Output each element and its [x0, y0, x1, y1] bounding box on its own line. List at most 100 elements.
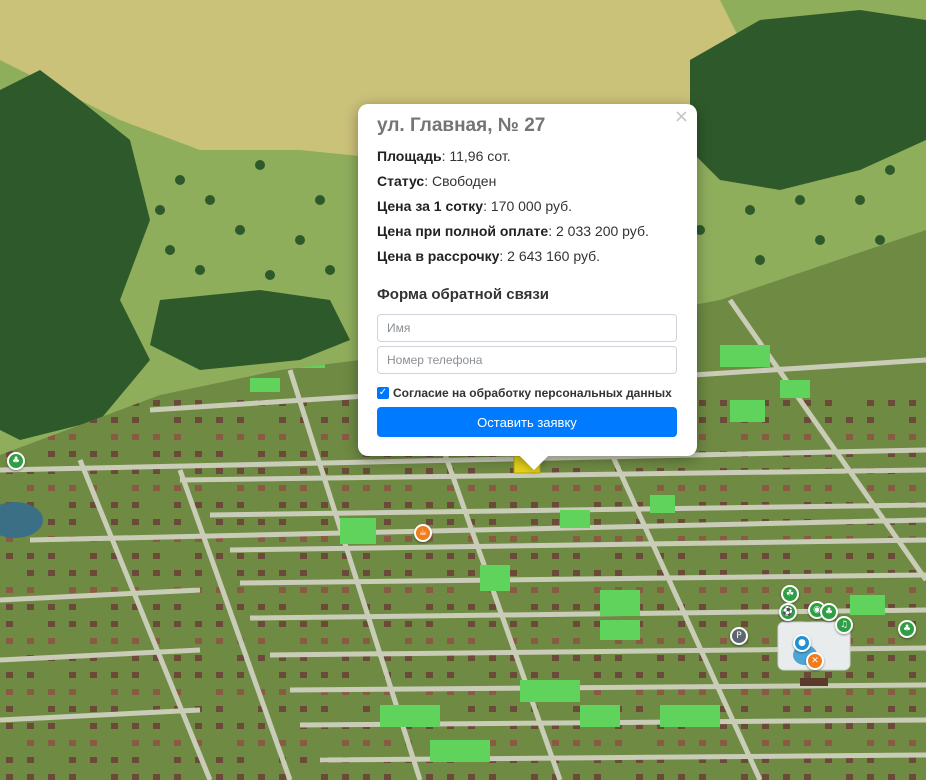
house — [48, 740, 55, 746]
house — [258, 553, 265, 559]
house — [27, 570, 34, 576]
house — [237, 434, 244, 440]
house — [825, 723, 832, 729]
house — [69, 434, 76, 440]
house — [741, 672, 748, 678]
house — [489, 502, 496, 508]
house — [27, 757, 34, 763]
house — [237, 570, 244, 576]
tree — [795, 195, 805, 205]
house — [111, 706, 118, 712]
house — [132, 689, 139, 695]
phone-input[interactable] — [377, 346, 677, 374]
house — [195, 502, 202, 508]
restaurant-poi-icon[interactable]: ✕ — [806, 652, 824, 670]
house — [447, 553, 454, 559]
installment-label: Цена в рассрочку — [377, 248, 500, 264]
house — [174, 774, 181, 780]
name-input[interactable] — [377, 314, 677, 342]
house — [111, 604, 118, 610]
close-icon[interactable]: × — [674, 106, 689, 127]
house — [342, 774, 349, 780]
playground-poi-icon[interactable]: ☘ — [781, 585, 799, 603]
house — [783, 485, 790, 491]
house — [321, 417, 328, 423]
status-label: Статус — [377, 173, 425, 189]
price-per-sotka-value: : 170 000 руб. — [483, 198, 573, 214]
sport-poi-icon[interactable]: ⚽ — [779, 603, 797, 621]
house — [909, 689, 916, 695]
house — [216, 672, 223, 678]
house — [258, 468, 265, 474]
house — [384, 485, 391, 491]
house — [909, 417, 916, 423]
house — [237, 740, 244, 746]
house — [741, 774, 748, 780]
price-per-sotka-row: Цена за 1 сотку: 170 000 руб. — [377, 198, 677, 214]
house — [321, 519, 328, 525]
house — [132, 740, 139, 746]
house — [48, 553, 55, 559]
house — [699, 689, 706, 695]
house — [27, 638, 34, 644]
area-row: Площадь: 11,96 сот. — [377, 148, 677, 164]
house — [405, 502, 412, 508]
house — [888, 655, 895, 661]
house — [90, 757, 97, 763]
house — [174, 417, 181, 423]
house — [237, 723, 244, 729]
house — [867, 740, 874, 746]
house — [321, 553, 328, 559]
price-per-sotka-label: Цена за 1 сотку — [377, 198, 484, 214]
forest-poi-icon[interactable]: ♣ — [820, 603, 838, 621]
house — [867, 638, 874, 644]
house — [636, 553, 643, 559]
tree-poi-icon[interactable]: ♣ — [7, 452, 25, 470]
house — [237, 485, 244, 491]
house — [426, 468, 433, 474]
house — [573, 706, 580, 712]
house — [279, 689, 286, 695]
house — [279, 434, 286, 440]
house — [174, 604, 181, 610]
house — [846, 689, 853, 695]
house — [132, 485, 139, 491]
house — [636, 536, 643, 542]
house — [594, 740, 601, 746]
house — [342, 638, 349, 644]
tree — [55, 325, 65, 335]
submit-request-button[interactable]: Оставить заявку — [377, 407, 677, 437]
house — [657, 689, 664, 695]
house — [174, 621, 181, 627]
house — [300, 502, 307, 508]
consent-checkbox[interactable]: ✓ — [377, 387, 389, 399]
house — [510, 672, 517, 678]
house — [510, 621, 517, 627]
house — [216, 468, 223, 474]
house — [258, 740, 265, 746]
house — [69, 570, 76, 576]
house — [867, 417, 874, 423]
house — [447, 519, 454, 525]
house — [69, 757, 76, 763]
water-poi-icon[interactable]: ● — [793, 634, 811, 652]
house — [867, 434, 874, 440]
house — [762, 553, 769, 559]
house — [909, 774, 916, 780]
house — [300, 587, 307, 593]
house — [867, 553, 874, 559]
house — [510, 570, 517, 576]
house — [909, 655, 916, 661]
house — [69, 604, 76, 610]
house — [531, 604, 538, 610]
house — [825, 706, 832, 712]
music-poi-icon[interactable]: ♫ — [835, 616, 853, 634]
house — [384, 604, 391, 610]
consent-row: ✓ Согласие на обработку персональных дан… — [377, 386, 677, 400]
house — [741, 689, 748, 695]
house — [27, 774, 34, 780]
food-poi-icon[interactable]: ☕ — [414, 524, 432, 542]
park-poi-icon[interactable]: ♣ — [898, 620, 916, 638]
parking-poi-icon[interactable]: P — [730, 627, 748, 645]
house — [384, 502, 391, 508]
